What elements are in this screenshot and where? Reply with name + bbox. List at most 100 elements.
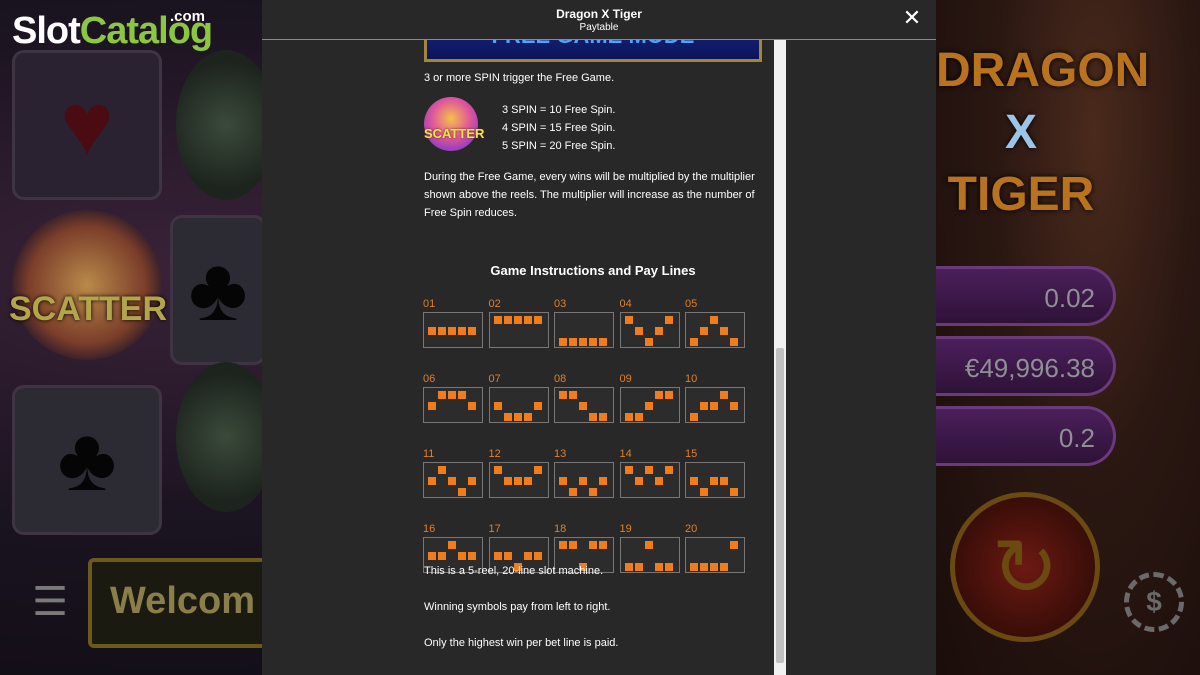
chip-coin-icon[interactable]: $ xyxy=(1124,572,1184,632)
close-icon[interactable]: ✕ xyxy=(900,6,924,30)
payline-cell xyxy=(730,563,738,571)
scrollbar-thumb[interactable] xyxy=(776,348,784,663)
modal-header: Dragon X Tiger Paytable ✕ xyxy=(262,0,936,40)
payline-number: 04 xyxy=(619,298,632,310)
paytable-modal: Dragon X Tiger Paytable ✕ FREE GAME MODE… xyxy=(262,0,936,675)
payline-cell xyxy=(504,541,512,549)
payline-cell xyxy=(569,413,577,421)
payline-cell-active xyxy=(523,316,532,324)
payline-cell-active xyxy=(644,338,653,346)
payline-cell xyxy=(599,488,607,496)
payline-cell xyxy=(534,488,542,496)
payline-cell xyxy=(458,338,466,346)
payline-cell xyxy=(504,391,512,399)
paytable-content[interactable]: FREE GAME MODE 3 or more SPIN trigger th… xyxy=(412,40,786,675)
payline-cell xyxy=(589,477,597,485)
payline-cell xyxy=(524,338,532,346)
payline-pattern xyxy=(619,537,680,573)
settings-sliders-icon[interactable]: ☰ xyxy=(24,578,76,626)
payline-cell xyxy=(690,316,698,324)
payline-cell-active xyxy=(503,477,512,485)
payline-cell-active xyxy=(533,402,542,410)
payline-cell xyxy=(514,402,522,410)
payline-cell-active xyxy=(710,402,718,410)
payline-cell-active xyxy=(458,391,466,399)
payline-number: 06 xyxy=(423,373,436,385)
info-line: This is a 5-reel, 20-line slot machine. xyxy=(424,565,604,577)
payline-cell xyxy=(589,402,597,410)
payline-cell xyxy=(645,563,653,571)
payline-cell xyxy=(690,391,698,399)
payline-cell xyxy=(730,316,738,324)
payline-cell-active xyxy=(730,541,738,549)
payline-cell xyxy=(710,338,718,346)
payline-cell-active xyxy=(579,338,587,346)
payline-cell xyxy=(559,402,567,410)
payline-cell-active xyxy=(589,338,597,346)
payline-cell xyxy=(710,488,718,496)
payline-number: 19 xyxy=(619,523,632,535)
payline-cell xyxy=(514,391,522,399)
payline-pattern xyxy=(488,462,549,498)
payline-cell xyxy=(655,316,663,324)
spin-button[interactable]: ↻ xyxy=(950,492,1100,642)
payline-cell xyxy=(665,488,673,496)
payline-cell-active xyxy=(700,327,708,335)
payline-cell-active xyxy=(493,466,502,474)
payline-cell xyxy=(428,316,436,324)
club-symbol: ♣ xyxy=(170,215,266,365)
payline-cell xyxy=(720,402,728,410)
payline-cell xyxy=(665,477,673,485)
payline-cell xyxy=(569,552,577,560)
payline-cell-active xyxy=(720,563,728,571)
payline-cell xyxy=(579,316,587,324)
payline-cell xyxy=(579,391,587,399)
payline-cell xyxy=(710,466,718,474)
payline-number: 12 xyxy=(488,448,501,460)
payline-cell xyxy=(514,541,522,549)
payline-cell-active xyxy=(730,402,738,410)
payline-cell xyxy=(655,338,663,346)
payline-cell xyxy=(730,413,738,421)
payline-pattern xyxy=(685,462,745,498)
payline-cell-active xyxy=(664,316,673,324)
payline-pattern xyxy=(685,537,745,573)
payline-item: 07 xyxy=(488,373,549,423)
payline-cell xyxy=(625,477,633,485)
payline-cell xyxy=(514,327,522,335)
payline-pattern xyxy=(554,387,614,423)
payline-cell xyxy=(645,327,653,335)
payline-pattern xyxy=(619,462,680,498)
payline-cell-active xyxy=(468,477,476,485)
payline-number: 05 xyxy=(685,298,698,310)
payline-cell xyxy=(559,466,567,474)
payline-pattern xyxy=(423,387,483,423)
spin-rule: 3 SPIN = 10 Free Spin. xyxy=(502,104,616,116)
scrollbar[interactable] xyxy=(774,40,786,675)
payline-cell xyxy=(635,316,643,324)
payline-cell-active xyxy=(690,563,698,571)
spin-rule: 4 SPIN = 15 Free Spin. xyxy=(502,122,616,134)
payline-cell xyxy=(625,327,633,335)
payline-cell xyxy=(504,327,512,335)
payline-cell xyxy=(665,327,673,335)
payline-cell-active xyxy=(533,552,542,560)
payline-cell xyxy=(700,413,708,421)
payline-cell-active xyxy=(634,327,643,335)
payline-item: 03 xyxy=(554,298,614,348)
payline-cell-active xyxy=(579,477,587,485)
payline-cell-active xyxy=(458,552,466,560)
welcome-banner: Welcom xyxy=(88,558,288,648)
multiplier-description: During the Free Game, every wins will be… xyxy=(424,171,755,219)
payline-cell xyxy=(645,477,653,485)
payline-cell xyxy=(504,488,512,496)
payline-cell xyxy=(448,338,456,346)
payline-cell xyxy=(494,477,502,485)
modal-title: Dragon X Tiger xyxy=(556,7,642,21)
payline-cell xyxy=(589,316,597,324)
payline-cell xyxy=(655,402,663,410)
payline-cell-active xyxy=(428,552,436,560)
payline-pattern xyxy=(488,387,549,423)
paylines-grid: 01 02 03 04 05 06 07 08 09 10 11 12 13 14 15 16 17 18 19 20 xyxy=(423,298,745,573)
payline-cell-active xyxy=(448,541,456,549)
